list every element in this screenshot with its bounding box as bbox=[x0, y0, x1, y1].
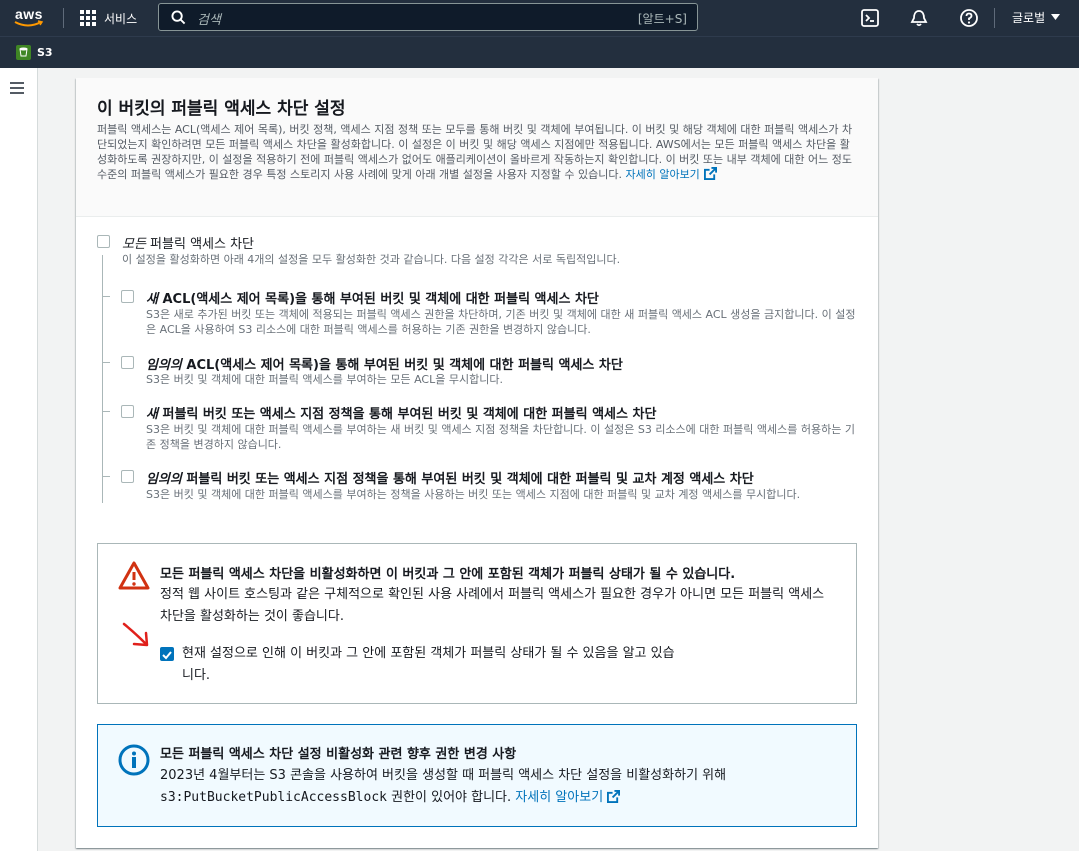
search-shortcut: [알트+S] bbox=[637, 12, 687, 26]
favorite-s3-label: S3 bbox=[37, 46, 53, 59]
block-new-acl-description: S3은 새로 추가된 버킷 또는 객체에 적용되는 퍼블릭 액세스 권한을 차단… bbox=[146, 308, 856, 336]
panel-description-text: 퍼블릭 액세스는 ACL(액세스 제어 목록), 버킷 정책, 액세스 지점 정… bbox=[97, 123, 853, 181]
block-all-title-rest: 퍼블릭 액세스 차단 bbox=[145, 237, 254, 252]
external-link-icon bbox=[607, 790, 621, 803]
region-selector[interactable]: 글로벌 bbox=[1012, 9, 1061, 26]
grid-icon bbox=[80, 10, 96, 26]
caret-down-icon bbox=[1051, 14, 1061, 20]
info-text: 2023년 4월부터는 S3 콘솔을 사용하여 버킷을 생성할 때 퍼블릭 액세… bbox=[160, 765, 840, 809]
page-title: 이 버킷의 퍼블릭 액세스 차단 설정 bbox=[97, 99, 346, 119]
search-input[interactable]: 검색 [알트+S] bbox=[158, 3, 698, 31]
block-all-title-em: 모든 bbox=[122, 237, 146, 252]
services-label: 서비스 bbox=[104, 11, 138, 26]
block-any-policy-title: 임의의 퍼블릭 버킷 또는 액세스 지점 정책을 통해 부여된 버킷 및 객체에… bbox=[146, 468, 754, 487]
aws-logo[interactable]: aws bbox=[14, 6, 48, 30]
search-placeholder: 검색 bbox=[197, 13, 221, 28]
option-title-em: 임의의 bbox=[146, 358, 182, 373]
learn-more-link[interactable]: 자세히 알아보기 bbox=[625, 167, 717, 181]
search-icon bbox=[171, 10, 186, 25]
panel-description: 퍼블릭 액세스는 ACL(액세스 제어 목록), 버킷 정책, 액세스 지점 정… bbox=[97, 122, 857, 182]
tree-branch bbox=[102, 296, 110, 297]
block-new-acl-title: 새 ACL(액세스 제어 목록)을 통해 부여된 버킷 및 객체에 대한 퍼블릭… bbox=[146, 288, 599, 307]
block-any-policy-checkbox[interactable] bbox=[121, 470, 134, 483]
acknowledge-checkbox[interactable] bbox=[160, 647, 174, 661]
block-new-policy-description: S3은 버킷 및 객체에 대한 퍼블릭 액세스를 부여하는 새 버킷 및 액세스… bbox=[146, 423, 855, 451]
option-title-em: 임의의 bbox=[146, 472, 182, 487]
warning-text: 정적 웹 사이트 호스팅과 같은 구체적으로 확인된 사용 사례에서 퍼블릭 액… bbox=[160, 587, 825, 624]
info-text-line1: 2023년 4월부터는 S3 콘솔을 사용하여 버킷을 생성할 때 퍼블릭 액세… bbox=[160, 768, 727, 783]
info-text-line2: 권한이 있어야 합니다. bbox=[386, 790, 512, 805]
nav-divider bbox=[994, 8, 995, 28]
favorites-bar: S3 bbox=[0, 36, 1079, 68]
block-any-acl-checkbox[interactable] bbox=[121, 356, 134, 369]
block-new-policy-checkbox[interactable] bbox=[121, 405, 134, 418]
option-title-em: 새 bbox=[146, 292, 158, 307]
region-label: 글로벌 bbox=[1012, 11, 1046, 25]
block-any-acl-description: S3은 버킷 및 객체에 대한 퍼블릭 액세스를 부여하는 모든 ACL을 무시… bbox=[146, 373, 503, 386]
tree-branch bbox=[102, 362, 110, 363]
tree-connector bbox=[102, 255, 103, 503]
warning-icon bbox=[118, 561, 150, 590]
block-all-title: 모든 퍼블릭 액세스 차단 bbox=[122, 233, 254, 252]
tree-branch bbox=[102, 476, 110, 477]
acknowledge-label[interactable]: 현재 설정으로 인해 이 버킷과 그 안에 포함된 객체가 퍼블릭 상태가 될 … bbox=[182, 643, 682, 687]
block-public-access-panel: 이 버킷의 퍼블릭 액세스 차단 설정 퍼블릭 액세스는 ACL(액세스 제어 … bbox=[76, 78, 878, 848]
nav-divider bbox=[63, 8, 64, 28]
check-icon bbox=[162, 651, 172, 660]
warning-title: 모든 퍼블릭 액세스 차단을 비활성화하면 이 버킷과 그 안에 포함된 객체가… bbox=[160, 567, 736, 582]
services-menu-button[interactable]: 서비스 bbox=[80, 9, 137, 27]
menu-icon[interactable] bbox=[10, 82, 24, 97]
block-any-acl-title: 임의의 ACL(액세스 제어 목록)을 통해 부여된 버킷 및 객체에 대한 퍼… bbox=[146, 354, 623, 373]
external-link-icon bbox=[703, 167, 717, 180]
option-title-rest: 퍼블릭 버킷 또는 액세스 지점 정책을 통해 부여된 버킷 및 객체에 대한 … bbox=[181, 472, 754, 487]
aws-smile-icon bbox=[14, 20, 44, 27]
info-title: 모든 퍼블릭 액세스 차단 설정 비활성화 관련 향후 권한 변경 사항 bbox=[160, 747, 517, 762]
block-all-checkbox[interactable] bbox=[97, 235, 110, 248]
block-new-policy-title: 새 퍼블릭 버킷 또는 액세스 지점 정책을 통해 부여된 버킷 및 객체에 대… bbox=[146, 403, 656, 422]
top-navigation: aws 서비스 검색 [알트+S] 글로벌 bbox=[0, 0, 1079, 36]
cloudshell-icon[interactable] bbox=[860, 8, 880, 28]
bell-icon[interactable] bbox=[909, 8, 929, 28]
info-icon bbox=[118, 744, 150, 776]
help-icon[interactable] bbox=[959, 8, 979, 28]
s3-icon bbox=[16, 45, 31, 60]
favorite-s3-link[interactable]: S3 bbox=[16, 45, 53, 60]
info-learn-more-link[interactable]: 자세히 알아보기 bbox=[515, 790, 621, 805]
option-title-em: 새 bbox=[146, 407, 158, 422]
info-alert: 모든 퍼블릭 액세스 차단 설정 비활성화 관련 향후 권한 변경 사항 202… bbox=[97, 724, 857, 827]
info-learn-more-label: 자세히 알아보기 bbox=[515, 790, 604, 805]
block-new-acl-checkbox[interactable] bbox=[121, 290, 134, 303]
block-all-description: 이 설정을 활성화하면 아래 4개의 설정을 모두 활성화한 것과 같습니다. … bbox=[122, 253, 621, 266]
panel-header: 이 버킷의 퍼블릭 액세스 차단 설정 퍼블릭 액세스는 ACL(액세스 제어 … bbox=[76, 78, 878, 217]
side-navigation-rail bbox=[0, 68, 38, 851]
block-any-policy-description: S3은 버킷 및 객체에 대한 퍼블릭 액세스를 부여하는 정책을 사용하는 버… bbox=[146, 488, 801, 501]
option-title-rest: 퍼블릭 버킷 또는 액세스 지점 정책을 통해 부여된 버킷 및 객체에 대한 … bbox=[157, 407, 657, 422]
option-title-rest: ACL(액세스 제어 목록)을 통해 부여된 버킷 및 객체에 대한 퍼블릭 액… bbox=[181, 358, 623, 373]
warning-alert: 모든 퍼블릭 액세스 차단을 비활성화하면 이 버킷과 그 안에 포함된 객체가… bbox=[97, 543, 857, 704]
permission-name: s3:PutBucketPublicAccessBlock bbox=[160, 790, 387, 805]
option-title-rest: ACL(액세스 제어 목록)을 통해 부여된 버킷 및 객체에 대한 퍼블릭 액… bbox=[157, 292, 599, 307]
tree-branch bbox=[102, 411, 110, 412]
learn-more-label: 자세히 알아보기 bbox=[625, 168, 700, 181]
annotation-arrow-icon bbox=[122, 622, 149, 647]
